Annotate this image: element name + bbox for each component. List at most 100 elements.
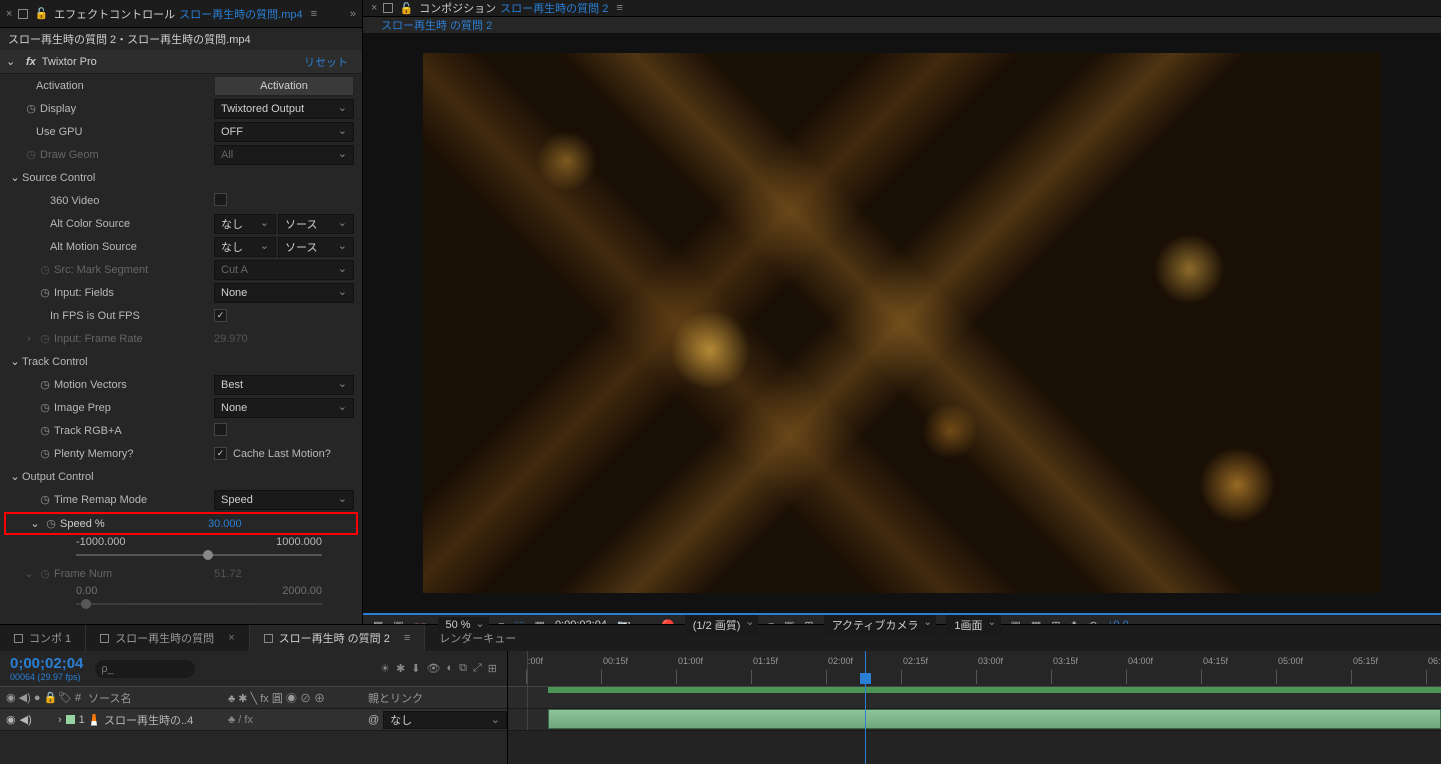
frame-info: 00064 (29.97 fps) <box>10 672 83 682</box>
panel-title-file: スロー再生時の質問.mp4 <box>179 6 302 22</box>
lock-icon[interactable]: 🔓 <box>34 7 48 20</box>
timeline-right[interactable]: :00f00:15f01:00f01:15f02:00f02:15f03:00f… <box>508 651 1441 764</box>
timeline-tab-1[interactable]: コンポ 1 <box>0 625 86 651</box>
activation-button[interactable]: Activation <box>214 76 354 96</box>
tl-icon-5[interactable]: ◐ <box>446 662 453 675</box>
zoom-dropdown[interactable]: 50 % <box>438 617 489 633</box>
timeline-tab-2[interactable]: スロー再生時の質問× <box>86 625 249 651</box>
panel-menu-icon[interactable]: ≡ <box>404 632 410 644</box>
stopwatch-icon[interactable]: ◷ <box>36 447 54 460</box>
switches-header[interactable]: ♣ ✱ ╲ fx 圓 ◉ ⊘ ⊕ <box>228 690 368 706</box>
work-area-track[interactable] <box>508 687 1441 709</box>
video-toggle-icon[interactable]: ◉ <box>6 713 16 726</box>
twirl-right-icon[interactable]: › <box>58 714 62 726</box>
stopwatch-icon[interactable]: ◷ <box>36 493 54 506</box>
close-icon[interactable]: × <box>228 632 234 644</box>
alt-motion-dd2[interactable]: ソース <box>278 237 354 257</box>
twirl-down-icon[interactable]: ⌄ <box>8 355 22 368</box>
breadcrumb-item[interactable]: スロー再生時 の質問 2 <box>381 17 492 33</box>
viewer-tab-bar: × 🔓 コンポジション スロー再生時の質問 2 ≡ <box>363 0 1441 17</box>
360-checkbox[interactable] <box>214 193 227 206</box>
lock-icon[interactable]: 🔓 <box>399 2 413 15</box>
stopwatch-icon[interactable]: ◷ <box>36 286 54 299</box>
alt-color-dd1[interactable]: なし <box>214 214 276 234</box>
time-remap-dropdown[interactable]: Speed <box>214 490 354 510</box>
memory-checkbox[interactable]: ✓ <box>214 447 227 460</box>
rgba-checkbox[interactable] <box>214 423 227 436</box>
frame-num-value: 51.72 <box>214 568 242 580</box>
timeline-tab-3[interactable]: スロー再生時 の質問 2≡ <box>250 625 426 651</box>
fx-badge-icon[interactable]: fx <box>26 56 36 68</box>
close-icon[interactable]: × <box>6 8 12 20</box>
source-name-header[interactable]: ソース名 <box>88 690 228 706</box>
twirl-down-icon[interactable]: ⌄ <box>8 171 22 184</box>
reset-link[interactable]: リセット <box>304 54 356 70</box>
resolution-dropdown[interactable]: (1/2 画質) <box>685 615 759 635</box>
parent-header[interactable]: 親とリンク <box>368 690 507 706</box>
alt-color-dd2[interactable]: ソース <box>278 214 354 234</box>
audio-toggle-icon[interactable]: ◀) <box>20 713 32 726</box>
twirl-down-icon[interactable]: ⌄ <box>6 55 20 68</box>
stopwatch-icon[interactable]: ◷ <box>42 517 60 530</box>
panel-menu-icon[interactable]: ≡ <box>616 2 622 14</box>
image-prep-dropdown[interactable]: None <box>214 398 354 418</box>
time-ruler[interactable]: :00f00:15f01:00f01:15f02:00f02:15f03:00f… <box>508 651 1441 687</box>
current-time-indicator[interactable] <box>865 651 866 764</box>
layer-name[interactable]: スロー再生時の..4 <box>104 712 193 728</box>
tl-icon-3[interactable]: ⬇ <box>411 662 420 675</box>
prop-output-control[interactable]: ⌄ Output Control <box>0 465 362 488</box>
prop-track-control[interactable]: ⌄ Track Control <box>0 350 362 373</box>
current-time[interactable]: 0;00;02;04 <box>10 655 83 672</box>
timeline-left: 0;00;02;04 00064 (29.97 fps) ☀ ✱ ⬇ 👁 ◐ ⧉… <box>0 651 508 764</box>
viewer-area[interactable] <box>363 33 1441 613</box>
use-gpu-dropdown[interactable]: OFF <box>214 122 354 142</box>
layer-bar[interactable] <box>548 709 1441 729</box>
motion-vectors-dropdown[interactable]: Best <box>214 375 354 395</box>
panel-menu-icon[interactable]: ≡ <box>311 8 317 20</box>
alt-motion-dd1[interactable]: なし <box>214 237 276 257</box>
layer-track-1[interactable] <box>508 709 1441 731</box>
slider-track[interactable] <box>76 554 322 556</box>
close-icon[interactable]: × <box>371 2 377 14</box>
effect-header-row[interactable]: ⌄ fx Twixtor Pro リセット <box>0 50 362 74</box>
panel-overflow-icon[interactable]: » <box>350 8 356 20</box>
display-dropdown[interactable]: Twixtored Output <box>214 99 354 119</box>
infps-checkbox[interactable]: ✓ <box>214 309 227 322</box>
tl-icon-6[interactable]: ⧉ <box>459 662 467 675</box>
tl-icon-7[interactable]: ⤢ <box>473 662 482 675</box>
cti-head-icon[interactable] <box>860 673 871 684</box>
speed-slider[interactable]: -1000.000 1000.000 <box>0 536 362 556</box>
src-mark-dropdown: Cut A <box>214 260 354 280</box>
twirl-down-icon[interactable]: ⌄ <box>28 517 42 530</box>
stopwatch-icon[interactable]: ◷ <box>22 148 40 161</box>
stopwatch-icon[interactable]: ◷ <box>36 378 54 391</box>
time-tick: 04:15f <box>1203 656 1228 666</box>
layer-search-input[interactable] <box>95 660 195 678</box>
shy-icon[interactable]: 👁 <box>426 662 440 675</box>
twirl-down-icon[interactable]: ⌄ <box>8 470 22 483</box>
stopwatch-icon[interactable]: ◷ <box>36 401 54 414</box>
layer-row-1[interactable]: ◉◀) ›1 スロー再生時の..4 ♣ / fx @なし <box>0 709 507 731</box>
av-column-header[interactable]: ◉ ◀) ● 🔒 <box>0 691 58 704</box>
fn-slider-min: 0.00 <box>76 585 97 597</box>
prop-source-control[interactable]: ⌄ Source Control <box>0 166 362 189</box>
camera-dropdown[interactable]: アクティブカメラ <box>824 615 937 635</box>
speed-value[interactable]: 30.000 <box>208 518 242 530</box>
prop-speed-pct: ⌄ ◷ Speed % 30.000 <box>4 512 358 535</box>
input-fields-dropdown[interactable]: None <box>214 283 354 303</box>
stopwatch-icon[interactable]: ◷ <box>36 424 54 437</box>
views-dropdown[interactable]: 1画面 <box>946 615 1000 635</box>
num-header[interactable]: 🏷 <box>58 692 72 704</box>
prop-plenty-memory: ◷ Plenty Memory? ✓ Cache Last Motion? <box>0 442 362 465</box>
pickwhip-icon[interactable]: @ <box>368 714 379 726</box>
tl-icon-2[interactable]: ✱ <box>396 662 405 675</box>
viewer-breadcrumb: スロー再生時 の質問 2 <box>363 17 1441 33</box>
parent-dropdown[interactable]: なし <box>383 711 507 729</box>
slider-thumb[interactable] <box>203 550 213 560</box>
property-list: Activation Activation ◷ Display Twixtore… <box>0 74 362 624</box>
tl-icon-8[interactable]: ⊞ <box>488 662 497 675</box>
tl-icon-1[interactable]: ☀ <box>380 662 390 675</box>
stopwatch-icon[interactable]: ◷ <box>22 102 40 115</box>
composition-preview[interactable] <box>423 53 1381 593</box>
layer-switches[interactable]: ♣ / fx <box>228 714 368 726</box>
